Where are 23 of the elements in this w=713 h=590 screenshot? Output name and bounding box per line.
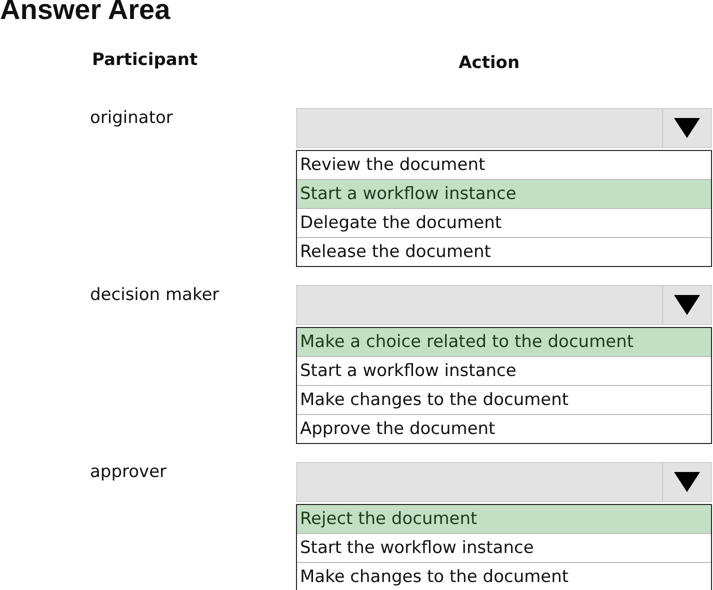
dropdown-option[interactable]: Start the workflow instance bbox=[297, 533, 711, 562]
dropdown-option[interactable]: Delegate the document bbox=[297, 208, 711, 237]
dropdown-option[interactable]: Release the document bbox=[297, 237, 711, 266]
dropdown-option[interactable]: Make a choice related to the document bbox=[297, 328, 711, 356]
dropdown[interactable] bbox=[296, 108, 712, 148]
dropdown[interactable] bbox=[296, 285, 712, 325]
dropdown-option[interactable]: Approve the document bbox=[297, 414, 711, 443]
participant-label: originator bbox=[90, 108, 173, 128]
section-title: Answer Area bbox=[0, 0, 170, 23]
caret-icon bbox=[674, 472, 700, 492]
participant-label: decision maker bbox=[90, 285, 220, 305]
dropdown-option[interactable]: Start a workflow instance bbox=[297, 179, 711, 208]
caret-icon bbox=[674, 295, 700, 315]
dropdown[interactable] bbox=[296, 462, 712, 502]
dropdown-option[interactable]: Reject the document bbox=[297, 505, 711, 533]
dropdown-option[interactable]: Make changes to the document bbox=[297, 385, 711, 414]
participant-label: approver bbox=[90, 462, 167, 482]
column-header: Action bbox=[458, 53, 520, 75]
dropdown-option[interactable]: Review the document bbox=[297, 151, 711, 179]
caret-icon bbox=[674, 118, 700, 138]
dropdown-option[interactable]: Start a workflow instance bbox=[297, 356, 711, 385]
dropdown-option[interactable]: Make changes to the document bbox=[297, 562, 711, 590]
column-header: Participant bbox=[92, 50, 198, 72]
